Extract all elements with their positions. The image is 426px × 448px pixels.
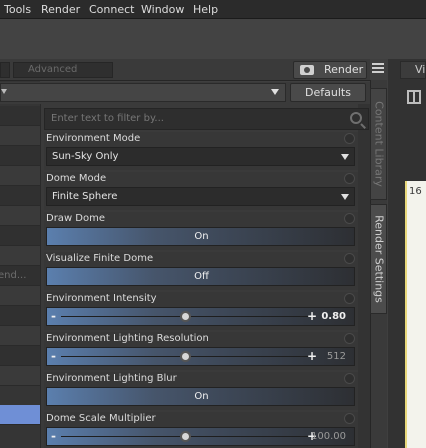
menu-connect[interactable]: Connect: [89, 3, 134, 16]
environment-intensity-slider[interactable]: - + 0.80: [46, 307, 355, 326]
list-item[interactable]: [0, 146, 40, 166]
gear-icon[interactable]: [344, 413, 355, 424]
toggle-value: On: [194, 391, 209, 402]
gear-icon[interactable]: [344, 293, 355, 304]
property-dome-scale-multiplier: Dome Scale Multiplier - + 100.00: [44, 412, 358, 448]
toggle-value: On: [194, 231, 209, 242]
preset-dropdown[interactable]: [0, 83, 286, 102]
list-item[interactable]: [0, 326, 40, 346]
decrement-button[interactable]: -: [51, 429, 56, 443]
increment-button[interactable]: +: [307, 349, 317, 363]
dome-mode-dropdown[interactable]: Finite Sphere: [46, 187, 355, 206]
decrement-button[interactable]: -: [51, 349, 56, 363]
menu-icon[interactable]: [372, 63, 384, 75]
property-environment-lighting-blur: Environment Lighting Blur On: [44, 372, 358, 410]
list-item[interactable]: [0, 126, 40, 146]
environment-mode-dropdown[interactable]: Sun-Sky Only: [46, 147, 355, 166]
tab-label: Render Settings: [372, 215, 385, 303]
camera-icon: [300, 65, 314, 75]
chevron-down-icon: [341, 194, 349, 200]
list-item-selected[interactable]: [0, 405, 40, 425]
menu-tools[interactable]: Tools: [4, 3, 31, 16]
draw-dome-toggle[interactable]: On: [46, 227, 355, 246]
list-item[interactable]: [0, 206, 40, 226]
render-button-label: Render: [324, 63, 364, 76]
toggle-value: Off: [194, 271, 209, 282]
gear-icon[interactable]: [344, 173, 355, 184]
tab-stub[interactable]: [0, 62, 10, 78]
dropdown-value: Finite Sphere: [52, 191, 118, 202]
menu-render[interactable]: Render: [41, 3, 80, 16]
list-item[interactable]: [0, 306, 40, 326]
slider-value[interactable]: 0.80: [321, 311, 346, 322]
tab-viewport[interactable]: Vi: [400, 61, 426, 79]
chevron-down-icon: [271, 89, 279, 95]
tab-bar: Advanced Render: [0, 59, 370, 81]
increment-button[interactable]: +: [307, 309, 317, 323]
property-label: Environment Mode: [46, 133, 141, 144]
property-label: Dome Scale Multiplier: [46, 413, 156, 424]
menu-bar: Tools Render Connect Window Help: [0, 0, 426, 19]
property-dome-mode: Dome Mode Finite Sphere: [44, 172, 358, 210]
gear-icon[interactable]: [344, 333, 355, 344]
layout-icon[interactable]: [407, 90, 421, 104]
slider-value[interactable]: 100.00: [311, 431, 346, 442]
visualize-finite-dome-toggle[interactable]: Off: [46, 267, 355, 286]
menu-window[interactable]: Window: [141, 3, 184, 16]
list-item[interactable]: [0, 106, 40, 126]
list-item[interactable]: [0, 186, 40, 206]
slider-value[interactable]: 512: [327, 351, 346, 362]
list-item[interactable]: [0, 246, 40, 266]
defaults-button[interactable]: Defaults: [290, 83, 366, 102]
property-visualize-finite-dome: Visualize Finite Dome Off: [44, 252, 358, 290]
scrollbar[interactable]: [358, 104, 370, 448]
menu-help[interactable]: Help: [193, 3, 218, 16]
dropdown-value: Sun-Sky Only: [52, 151, 119, 162]
gear-icon[interactable]: [344, 253, 355, 264]
tab-advanced[interactable]: Advanced: [13, 62, 113, 78]
property-label: Dome Mode: [46, 173, 107, 184]
filter-input[interactable]: Enter text to filter by...: [44, 108, 369, 130]
tab-render-settings[interactable]: Render Settings: [370, 204, 387, 314]
search-icon[interactable]: [350, 112, 362, 124]
dome-scale-multiplier-slider[interactable]: - + 100.00: [46, 427, 355, 446]
viewport-canvas[interactable]: 16: [405, 181, 426, 448]
slider-knob[interactable]: [180, 351, 191, 362]
ruler-number: 16: [409, 186, 422, 197]
decrement-button[interactable]: -: [51, 309, 56, 323]
property-label: Environment Lighting Resolution: [46, 333, 209, 344]
toolbar-gap: [0, 19, 426, 59]
property-label: Environment Intensity: [46, 293, 157, 304]
list-item[interactable]: end...: [0, 266, 40, 286]
property-label: Visualize Finite Dome: [46, 253, 154, 264]
gear-icon[interactable]: [344, 373, 355, 384]
property-environment-intensity: Environment Intensity - + 0.80: [44, 292, 358, 330]
property-label: Draw Dome: [46, 213, 106, 224]
chevron-down-icon: [1, 89, 7, 94]
list-item[interactable]: [0, 346, 40, 366]
clipped-label: end...: [0, 270, 27, 281]
filter-placeholder: Enter text to filter by...: [51, 113, 164, 124]
list-item[interactable]: [0, 166, 40, 186]
environment-lighting-resolution-slider[interactable]: - + 512: [46, 347, 355, 366]
environment-lighting-blur-toggle[interactable]: On: [46, 387, 355, 406]
property-environment-mode: Environment Mode Sun-Sky Only: [44, 132, 358, 170]
render-button[interactable]: Render: [293, 61, 367, 79]
tab-content-library[interactable]: Content Library: [370, 88, 387, 200]
preset-row: Defaults: [0, 82, 370, 104]
slider-knob[interactable]: [180, 311, 191, 322]
list-item[interactable]: [0, 366, 40, 386]
chevron-down-icon: [341, 154, 349, 160]
gear-icon[interactable]: [344, 213, 355, 224]
list-item[interactable]: [0, 286, 40, 306]
gear-icon[interactable]: [344, 133, 355, 144]
property-environment-lighting-resolution: Environment Lighting Resolution - + 512: [44, 332, 358, 370]
property-draw-dome: Draw Dome On: [44, 212, 358, 250]
slider-knob[interactable]: [180, 431, 191, 442]
list-item[interactable]: [0, 226, 40, 246]
tab-label: Content Library: [372, 101, 385, 187]
property-label: Environment Lighting Blur: [46, 373, 177, 384]
left-panel: end...: [0, 59, 40, 448]
